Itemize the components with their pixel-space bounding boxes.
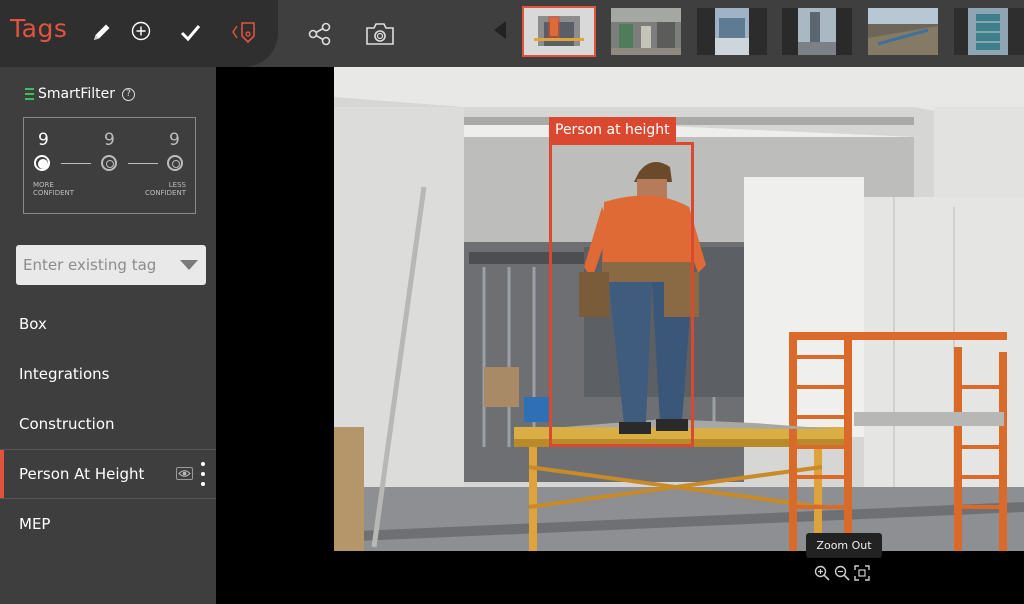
tag-label: Construction xyxy=(19,415,115,433)
slider-track xyxy=(61,163,91,164)
smartfilter-icon xyxy=(25,88,34,100)
tag-item-integrations[interactable]: Integrations xyxy=(0,349,216,399)
tag-list: Box Integrations Construction Person At … xyxy=(0,299,216,549)
tag-label: Person At Height xyxy=(19,465,145,483)
detection-label: Person at height xyxy=(549,117,676,142)
thumbnails-prev-icon[interactable] xyxy=(492,20,508,40)
tag-label: Integrations xyxy=(19,365,110,383)
tag-item-person-at-height[interactable]: Person At Height xyxy=(0,449,216,499)
thumbnail-4[interactable] xyxy=(782,8,852,55)
tags-header: Tags xyxy=(0,0,278,67)
confidence-stop-3[interactable] xyxy=(167,155,183,171)
tag-label: MEP xyxy=(19,515,51,533)
help-icon[interactable]: ? xyxy=(122,87,136,101)
less-confident-label: LESS CONFIDENT xyxy=(144,181,186,197)
tags-sidebar: SmartFilter ? 9 9 9 MORE CONFIDENT LESS CO… xyxy=(0,67,216,604)
check-icon[interactable] xyxy=(178,20,202,44)
zoom-in-icon[interactable] xyxy=(814,565,830,581)
pencil-icon[interactable] xyxy=(90,20,114,44)
more-options-icon[interactable] xyxy=(201,462,205,486)
existing-tag-dropdown[interactable]: Enter existing tag xyxy=(16,245,206,285)
zoom-out-icon[interactable] xyxy=(834,565,850,581)
zoom-controls xyxy=(814,565,870,581)
share-icon[interactable] xyxy=(307,21,333,47)
image-viewer: Person at height Zoom Out xyxy=(216,67,1024,604)
construction-photo[interactable]: Person at height xyxy=(334,67,1024,551)
confidence-count-3: 9 xyxy=(169,130,180,150)
page-title: Tags xyxy=(10,14,68,43)
add-circle-icon[interactable] xyxy=(130,20,152,42)
tag-item-construction[interactable]: Construction xyxy=(0,399,216,449)
more-confident-label: MORE CONFIDENT xyxy=(33,181,75,197)
camera-icon[interactable] xyxy=(364,20,396,48)
tag-item-box[interactable]: Box xyxy=(0,299,216,349)
zoom-out-tooltip: Zoom Out xyxy=(806,533,882,558)
thumbnail-1[interactable] xyxy=(522,6,596,57)
thumbnail-3[interactable] xyxy=(697,8,767,55)
eye-icon[interactable] xyxy=(176,467,193,480)
tag-item-mep[interactable]: MEP xyxy=(0,499,216,549)
thumbnail-2[interactable] xyxy=(611,8,681,55)
fit-screen-icon[interactable] xyxy=(854,565,870,581)
top-toolbar: Tags xyxy=(0,0,1024,67)
smartfilter-header: SmartFilter ? xyxy=(25,86,136,102)
thumbnail-5[interactable] xyxy=(868,8,938,55)
tag-dropdown-placeholder: Enter existing tag xyxy=(23,256,157,274)
tag-label: Box xyxy=(19,315,47,333)
app: Tags SmartFilter ? 9 9 9 MORE CONFIDENT … xyxy=(0,0,1024,604)
tag-code-icon[interactable] xyxy=(230,18,260,46)
smartfilter-label: SmartFilter xyxy=(38,86,116,102)
detection-box[interactable] xyxy=(549,142,694,447)
confidence-count-1: 9 xyxy=(38,130,49,150)
confidence-stop-2[interactable] xyxy=(101,155,117,171)
confidence-count-2: 9 xyxy=(104,130,115,150)
confidence-slider: 9 9 9 MORE CONFIDENT LESS CONFIDENT xyxy=(23,117,196,214)
slider-track xyxy=(128,163,158,164)
confidence-stop-1[interactable] xyxy=(34,155,50,171)
thumbnail-6[interactable] xyxy=(954,8,1024,55)
chevron-down-icon xyxy=(180,260,198,270)
